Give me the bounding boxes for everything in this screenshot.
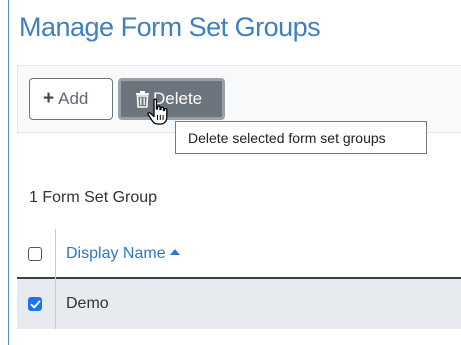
plus-icon: + — [43, 88, 55, 109]
hand-pointer-icon — [146, 98, 170, 126]
select-all-checkbox[interactable] — [28, 247, 42, 261]
row-checkbox[interactable] — [28, 297, 42, 311]
page: Manage Form Set Groups + Add Delete Dele… — [0, 0, 461, 345]
page-title: Manage Form Set Groups — [19, 12, 321, 42]
add-button[interactable]: + Add — [29, 78, 113, 120]
column-divider — [55, 279, 56, 329]
column-header-label: Display Name — [66, 245, 166, 262]
column-divider — [55, 229, 56, 279]
delete-button[interactable]: Delete — [118, 78, 225, 120]
delete-tooltip: Delete selected form set groups — [175, 121, 427, 154]
add-button-label: Add — [58, 89, 89, 108]
left-border — [8, 0, 9, 345]
sort-ascending-icon — [169, 249, 180, 255]
column-header-display-name[interactable]: Display Name — [66, 245, 180, 263]
record-count: 1 Form Set Group — [29, 189, 158, 206]
row-display-name: Demo — [66, 295, 109, 312]
